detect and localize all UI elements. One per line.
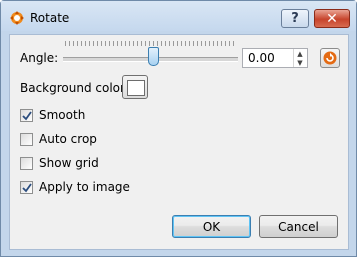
smooth-checkbox[interactable] [20, 109, 33, 122]
angle-label: Angle: [20, 51, 59, 65]
checkmark-icon [22, 111, 32, 121]
spin-arrows: ▲ ▼ [293, 49, 307, 67]
angle-value[interactable]: 0.00 [248, 51, 275, 65]
close-icon: ✕ [326, 10, 338, 27]
checkmark-icon [22, 183, 32, 193]
slider-ticks [65, 41, 237, 46]
auto-crop-label[interactable]: Auto crop [39, 132, 97, 146]
cancel-label: Cancel [278, 219, 319, 234]
apply-to-image-checkbox[interactable] [20, 181, 33, 194]
show-grid-checkbox[interactable] [20, 157, 33, 170]
window-title: Rotate [30, 11, 70, 25]
dialog-body: Angle: 0.00 ▲ ▼ Background color Smooth [9, 34, 349, 250]
show-grid-label[interactable]: Show grid [39, 156, 99, 170]
background-color-swatch [127, 80, 145, 96]
help-button[interactable]: ? [281, 9, 309, 28]
reset-rotation-icon [323, 51, 337, 65]
cancel-button[interactable]: Cancel [259, 215, 338, 238]
ok-label: OK [202, 219, 221, 234]
apply-to-image-label[interactable]: Apply to image [39, 180, 130, 194]
angle-spinbox[interactable]: 0.00 ▲ ▼ [242, 48, 308, 68]
close-button[interactable]: ✕ [314, 9, 350, 28]
auto-crop-checkbox[interactable] [20, 133, 33, 146]
background-color-button[interactable] [122, 75, 148, 99]
spin-down-icon[interactable]: ▼ [294, 58, 306, 67]
spin-up-icon[interactable]: ▲ [294, 49, 306, 58]
ok-button[interactable]: OK [172, 215, 251, 238]
rotate-dialog: Rotate ? ✕ Angle: 0.00 ▲ ▼ Background co… [0, 0, 357, 257]
help-icon: ? [291, 11, 299, 26]
title-bar[interactable]: Rotate ? ✕ [1, 1, 356, 31]
background-color-label: Background color [20, 81, 125, 95]
reset-angle-button[interactable] [320, 48, 340, 68]
angle-slider-thumb[interactable] [148, 47, 159, 66]
smooth-label[interactable]: Smooth [39, 108, 85, 122]
rotate-app-icon [10, 11, 24, 25]
